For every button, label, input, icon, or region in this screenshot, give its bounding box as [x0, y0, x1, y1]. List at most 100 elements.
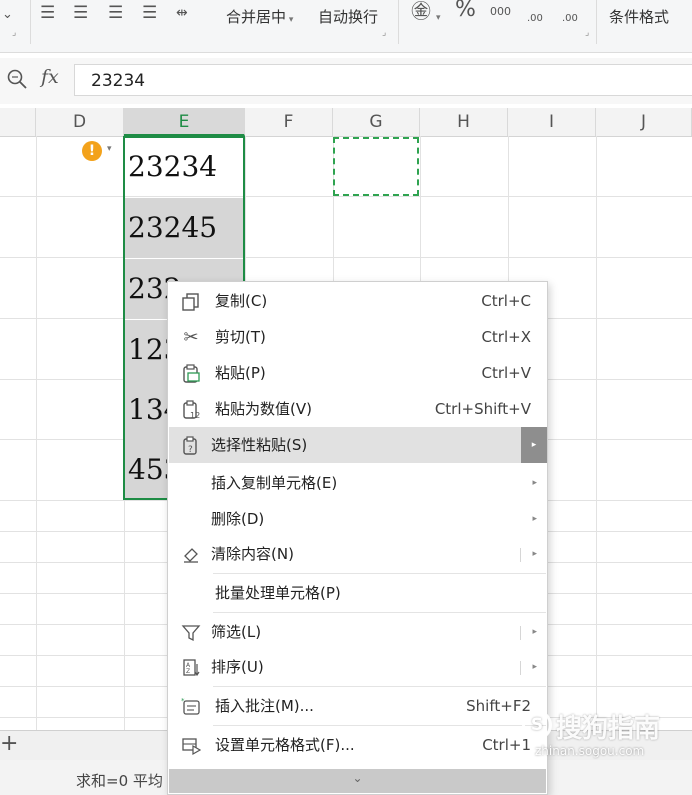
submenu-arrow-icon: ▸	[532, 549, 537, 559]
menu-item-label: 插入批注(M)...	[215, 697, 314, 715]
menu-item-label: 删除(D)	[211, 510, 265, 528]
menu-separator	[213, 686, 546, 687]
menu-item-shortcut: Ctrl+Shift+V	[434, 400, 531, 418]
format-cells-icon	[182, 738, 201, 756]
filter-icon	[181, 625, 201, 642]
decrease-decimal-icon[interactable]: .00	[562, 10, 578, 28]
grid-line	[0, 257, 692, 258]
status-summary: 求和=0 平均	[76, 770, 163, 791]
merge-center-button[interactable]: 合并居中 ▾	[226, 6, 293, 27]
svg-text:12: 12	[190, 411, 200, 420]
menu-item-label: 选择性粘贴(S)	[211, 436, 308, 454]
watermark-text: 搜狗指南	[556, 714, 661, 744]
context-menu: 复制(C) Ctrl+C ✂ 剪切(T) Ctrl+X 粘贴(P) Ctrl+V…	[167, 281, 548, 795]
menu-item-paste[interactable]: 粘贴(P) Ctrl+V	[169, 355, 547, 391]
fx-label[interactable]: fx	[41, 66, 59, 88]
copy-icon	[182, 293, 199, 311]
column-header-h[interactable]: H	[420, 108, 508, 136]
column-header-f[interactable]: F	[245, 108, 333, 136]
ribbon-divider	[596, 0, 597, 44]
percent-icon[interactable]: %	[455, 0, 476, 21]
column-header-g[interactable]: G	[333, 108, 420, 136]
menu-item-batch-process-cells[interactable]: 批量处理单元格(P)	[169, 575, 547, 611]
submenu-arrow-icon: ▸	[532, 627, 537, 637]
eraser-icon	[184, 548, 198, 563]
dialog-launcher-icon[interactable]: ⌟	[12, 28, 16, 38]
menu-item-paste-special[interactable]: ? 选择性粘贴(S) ▸	[169, 427, 547, 463]
dialog-launcher-icon[interactable]: ⌟	[585, 28, 589, 38]
conditional-format-button[interactable]: 条件格式	[609, 6, 669, 27]
menu-item-label: 剪切(T)	[215, 328, 266, 346]
zoom-icon[interactable]	[6, 68, 28, 90]
watermark-url: zhinan.sogou.com	[535, 744, 645, 758]
svg-text:*: *	[181, 697, 185, 705]
menu-expand-more[interactable]: ⌄	[169, 769, 546, 793]
menu-item-label: 筛选(L)	[211, 623, 262, 641]
paste-special-icon: ?	[183, 436, 197, 455]
menu-item-shortcut: Ctrl+V	[481, 364, 531, 382]
ribbon-divider	[398, 0, 399, 44]
sogou-logo: S	[522, 710, 552, 740]
thousands-separator-icon[interactable]: 000	[490, 3, 511, 21]
chevron-down-icon[interactable]: ⌄	[2, 6, 13, 24]
submenu-arrow-icon: ▸	[532, 514, 537, 524]
increase-decimal-icon[interactable]: .00	[527, 10, 543, 28]
paste-icon	[183, 364, 200, 383]
menu-item-insert-comment[interactable]: * 插入批注(M)... Shift+F2	[169, 688, 547, 724]
status-sum: 求和=0	[76, 772, 129, 790]
menu-item-label: 批量处理单元格(P)	[215, 584, 341, 602]
justify-icon[interactable]: ☰	[142, 4, 157, 22]
menu-item-paste-values[interactable]: 12 粘贴为数值(V) Ctrl+Shift+V	[169, 391, 547, 427]
ribbon-toolbar: ⌄ ⌟ ☰ ☰ ☰ ☰ ⇹ 合并居中 ▾ 自动换行 ⌟ ㊎ ▾ % 000 .0…	[0, 0, 692, 53]
submenu-arrow-icon: ▸	[532, 662, 537, 672]
menu-item-copy[interactable]: 复制(C) Ctrl+C	[169, 283, 547, 319]
menu-item-cut[interactable]: ✂ 剪切(T) Ctrl+X	[169, 319, 547, 355]
formula-input[interactable]: 23234	[74, 64, 692, 96]
menu-item-insert-copied-cells[interactable]: 插入复制单元格(E) ▸	[169, 465, 547, 501]
svg-text:?: ?	[188, 445, 193, 455]
currency-format-icon[interactable]: ㊎	[411, 1, 431, 21]
menu-item-shortcut: Shift+F2	[466, 697, 531, 715]
menu-item-label: 粘贴为数值(V)	[215, 400, 312, 418]
add-sheet-icon[interactable]: +	[0, 731, 18, 757]
menu-item-label: 复制(C)	[215, 292, 268, 310]
column-header-j[interactable]: J	[596, 108, 692, 136]
distributed-align-icon[interactable]: ⇹	[176, 4, 188, 22]
menu-divider	[520, 626, 521, 640]
menu-item-filter[interactable]: 筛选(L) ▸	[169, 614, 547, 650]
chevron-down-icon[interactable]: ▾	[107, 144, 112, 154]
submenu-arrow-icon[interactable]: ▸	[521, 427, 547, 463]
column-headers: D E F G H I J	[0, 108, 692, 137]
chevron-down-icon: ⌄	[352, 771, 363, 785]
menu-divider	[520, 548, 521, 562]
align-right-icon[interactable]: ☰	[108, 4, 123, 22]
menu-item-label: 排序(U)	[211, 658, 264, 676]
menu-item-shortcut: Ctrl+X	[481, 328, 531, 346]
menu-item-clear-contents[interactable]: 清除内容(N) ▸	[169, 536, 547, 572]
column-header-d[interactable]: D	[36, 108, 124, 136]
sort-icon: A Z	[183, 659, 200, 677]
column-header-blank	[0, 108, 36, 136]
menu-item-label: 插入复制单元格(E)	[211, 474, 338, 492]
status-average: 平均	[132, 772, 163, 790]
svg-text:Z: Z	[186, 668, 190, 675]
menu-item-shortcut: Ctrl+C	[481, 292, 531, 310]
align-left-icon[interactable]: ☰	[40, 4, 55, 22]
wrap-text-button[interactable]: 自动换行	[318, 6, 378, 27]
submenu-arrow-icon: ▸	[532, 478, 537, 488]
chevron-down-icon[interactable]: ▾	[436, 9, 441, 27]
menu-separator	[213, 725, 546, 726]
scissors-icon: ✂	[183, 327, 199, 348]
column-header-i[interactable]: I	[508, 108, 596, 136]
warning-icon[interactable]: !	[82, 141, 102, 161]
grid-line	[36, 136, 37, 730]
column-header-e[interactable]: E	[124, 108, 245, 136]
menu-item-label: 清除内容(N)	[211, 545, 294, 563]
menu-separator	[213, 612, 546, 613]
menu-divider	[520, 661, 521, 675]
dialog-launcher-icon[interactable]: ⌟	[382, 28, 386, 38]
menu-item-format-cells[interactable]: 设置单元格格式(F)... Ctrl+1	[169, 727, 547, 763]
menu-item-delete[interactable]: 删除(D) ▸	[169, 501, 547, 537]
menu-item-sort[interactable]: A Z 排序(U) ▸	[169, 649, 547, 685]
align-center-icon[interactable]: ☰	[73, 4, 88, 22]
